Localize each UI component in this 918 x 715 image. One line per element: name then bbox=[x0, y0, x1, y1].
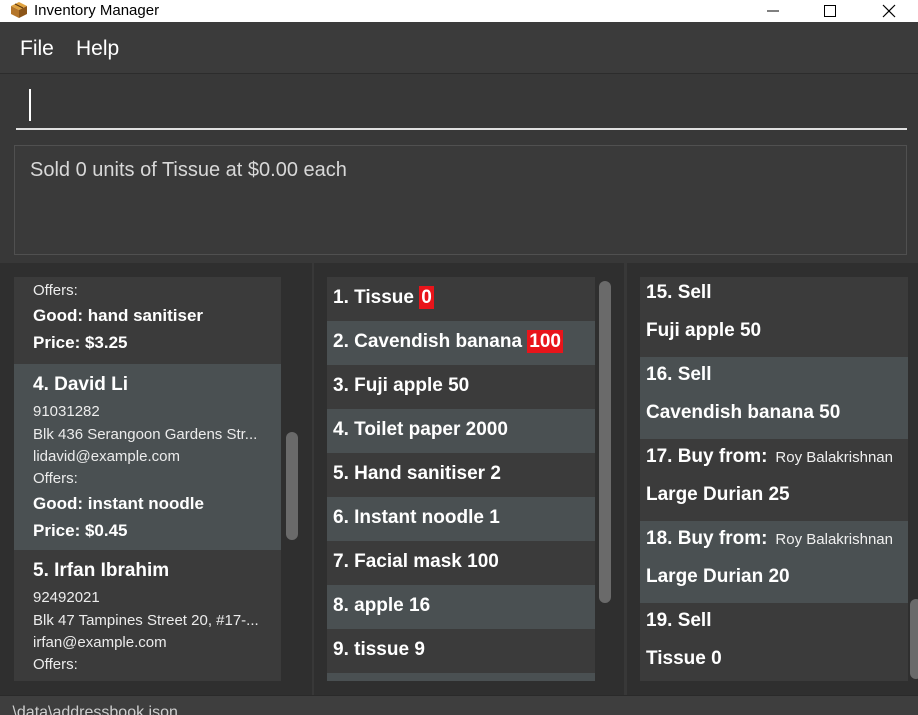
minimize-icon bbox=[767, 10, 779, 12]
person-good: Good: instant noodle bbox=[33, 494, 204, 513]
goods-row[interactable]: 1. Tissue 0 bbox=[327, 277, 595, 321]
person-address: Blk 436 Serangoon Gardens Str... bbox=[33, 426, 258, 443]
persons-scrollbar[interactable] bbox=[286, 277, 298, 681]
person-offers-label: Offers: bbox=[33, 470, 78, 487]
goods-row[interactable] bbox=[327, 673, 595, 681]
transaction-party: Roy Balakrishnan bbox=[775, 531, 893, 548]
goods-panel: 1. Tissue 0 2. Cavendish banana 100 3. F… bbox=[314, 263, 624, 695]
window-title: Inventory Manager bbox=[34, 2, 160, 19]
persons-list[interactable]: Offers: Good: hand sanitiser Price: $3.2… bbox=[14, 277, 281, 681]
person-card[interactable]: Offers: Good: hand sanitiser Price: $3.2… bbox=[14, 277, 281, 364]
goods-row[interactable]: 7. Facial mask 100 bbox=[327, 541, 595, 585]
transaction-head: 16. Sell bbox=[646, 364, 712, 385]
transactions-list[interactable]: 15. Sell Fuji apple 50 16. Sell Cavendis… bbox=[640, 277, 908, 681]
close-icon bbox=[882, 4, 896, 18]
person-email: irfan@example.com bbox=[33, 634, 167, 651]
person-card[interactable]: 5. Irfan Ibrahim 92492021 Blk 47 Tampine… bbox=[14, 550, 281, 681]
transaction-row[interactable]: 19. Sell Tissue 0 bbox=[640, 603, 908, 681]
transaction-detail: Tissue 0 bbox=[646, 648, 722, 669]
person-address: Blk 47 Tampines Street 20, #17-... bbox=[33, 612, 259, 629]
person-phone: 91031282 bbox=[33, 403, 100, 420]
maximize-icon bbox=[824, 5, 836, 17]
goods-row[interactable]: 5. Hand sanitiser 2 bbox=[327, 453, 595, 497]
box-icon bbox=[11, 2, 27, 18]
transaction-detail: Large Durian 20 bbox=[646, 566, 790, 587]
person-offers-label: Offers: bbox=[33, 282, 78, 299]
goods-label: 5. Hand sanitiser 2 bbox=[333, 463, 501, 484]
person-name: 4. David Li bbox=[33, 374, 129, 395]
result-display: Sold 0 units of Tissue at $0.00 each bbox=[14, 145, 907, 255]
person-email: lidavid@example.com bbox=[33, 448, 180, 465]
person-card-selected[interactable]: 4. David Li 91031282 Blk 436 Serangoon G… bbox=[14, 364, 281, 550]
status-bar: .\data\addressbook.json bbox=[0, 695, 918, 715]
person-offers-label: Offers: bbox=[33, 656, 78, 673]
goods-row[interactable]: 3. Fuji apple 50 bbox=[327, 365, 595, 409]
transaction-head: 18. Buy from: Roy Balakrishnan bbox=[646, 528, 893, 549]
low-stock-badge: 0 bbox=[419, 286, 434, 309]
goods-row[interactable]: 8. apple 16 bbox=[327, 585, 595, 629]
transaction-head: 19. Sell bbox=[646, 610, 712, 631]
goods-scrollbar[interactable] bbox=[599, 277, 611, 681]
transactions-panel: 15. Sell Fuji apple 50 16. Sell Cavendis… bbox=[627, 263, 918, 695]
status-file-path: .\data\addressbook.json bbox=[8, 704, 178, 715]
goods-label: 1. Tissue 0 bbox=[333, 286, 434, 309]
person-good: Good: hand sanitiser bbox=[33, 306, 204, 325]
title-bar: Inventory Manager bbox=[0, 0, 918, 22]
goods-row[interactable]: 6. Instant noodle 1 bbox=[327, 497, 595, 541]
goods-row[interactable]: 2. Cavendish banana 100 bbox=[327, 321, 595, 365]
transaction-party: Roy Balakrishnan bbox=[775, 449, 893, 466]
goods-label: 6. Instant noodle 1 bbox=[333, 507, 500, 528]
transaction-head: 17. Buy from: Roy Balakrishnan bbox=[646, 446, 893, 467]
goods-label: 8. apple 16 bbox=[333, 595, 431, 616]
transaction-row[interactable]: 15. Sell Fuji apple 50 bbox=[640, 277, 908, 357]
goods-label: 4. Toilet paper 2000 bbox=[333, 419, 508, 440]
maximize-button[interactable] bbox=[807, 0, 853, 22]
command-input[interactable] bbox=[16, 86, 907, 130]
minimize-button[interactable] bbox=[750, 0, 796, 22]
person-name: 5. Irfan Ibrahim bbox=[33, 560, 170, 581]
command-area bbox=[0, 74, 918, 136]
menu-bar: File Help bbox=[0, 22, 918, 74]
low-stock-badge: 100 bbox=[527, 330, 563, 353]
transaction-detail: Large Durian 25 bbox=[646, 484, 790, 505]
menu-help[interactable]: Help bbox=[76, 37, 119, 61]
goods-row[interactable]: 4. Toilet paper 2000 bbox=[327, 409, 595, 453]
transaction-detail: Cavendish banana 50 bbox=[646, 402, 841, 423]
goods-label: 3. Fuji apple 50 bbox=[333, 375, 470, 396]
goods-list[interactable]: 1. Tissue 0 2. Cavendish banana 100 3. F… bbox=[327, 277, 595, 681]
transactions-scrollbar[interactable] bbox=[910, 277, 918, 681]
goods-label: 2. Cavendish banana 100 bbox=[333, 330, 563, 353]
transaction-row[interactable]: 17. Buy from: Roy Balakrishnan Large Duri… bbox=[640, 439, 908, 521]
text-caret bbox=[29, 89, 31, 121]
goods-label: 9. tissue 9 bbox=[333, 639, 425, 660]
person-price: Price: $3.25 bbox=[33, 333, 128, 352]
goods-scroll-thumb[interactable] bbox=[599, 281, 611, 603]
persons-panel: Offers: Good: hand sanitiser Price: $3.2… bbox=[0, 263, 312, 695]
person-price: Price: $0.45 bbox=[33, 521, 128, 540]
result-message: Sold 0 units of Tissue at $0.00 each bbox=[30, 159, 347, 181]
close-button[interactable] bbox=[866, 0, 912, 22]
persons-scroll-thumb[interactable] bbox=[286, 432, 298, 540]
transaction-row[interactable]: 18. Buy from: Roy Balakrishnan Large Duri… bbox=[640, 521, 908, 603]
transaction-row[interactable]: 16. Sell Cavendish banana 50 bbox=[640, 357, 908, 439]
transaction-head: 15. Sell bbox=[646, 282, 712, 303]
menu-file[interactable]: File bbox=[20, 37, 54, 61]
person-phone: 92492021 bbox=[33, 589, 100, 606]
transactions-scroll-thumb[interactable] bbox=[910, 599, 918, 679]
goods-row[interactable]: 9. tissue 9 bbox=[327, 629, 595, 673]
goods-label: 7. Facial mask 100 bbox=[333, 551, 499, 572]
transaction-detail: Fuji apple 50 bbox=[646, 320, 762, 341]
